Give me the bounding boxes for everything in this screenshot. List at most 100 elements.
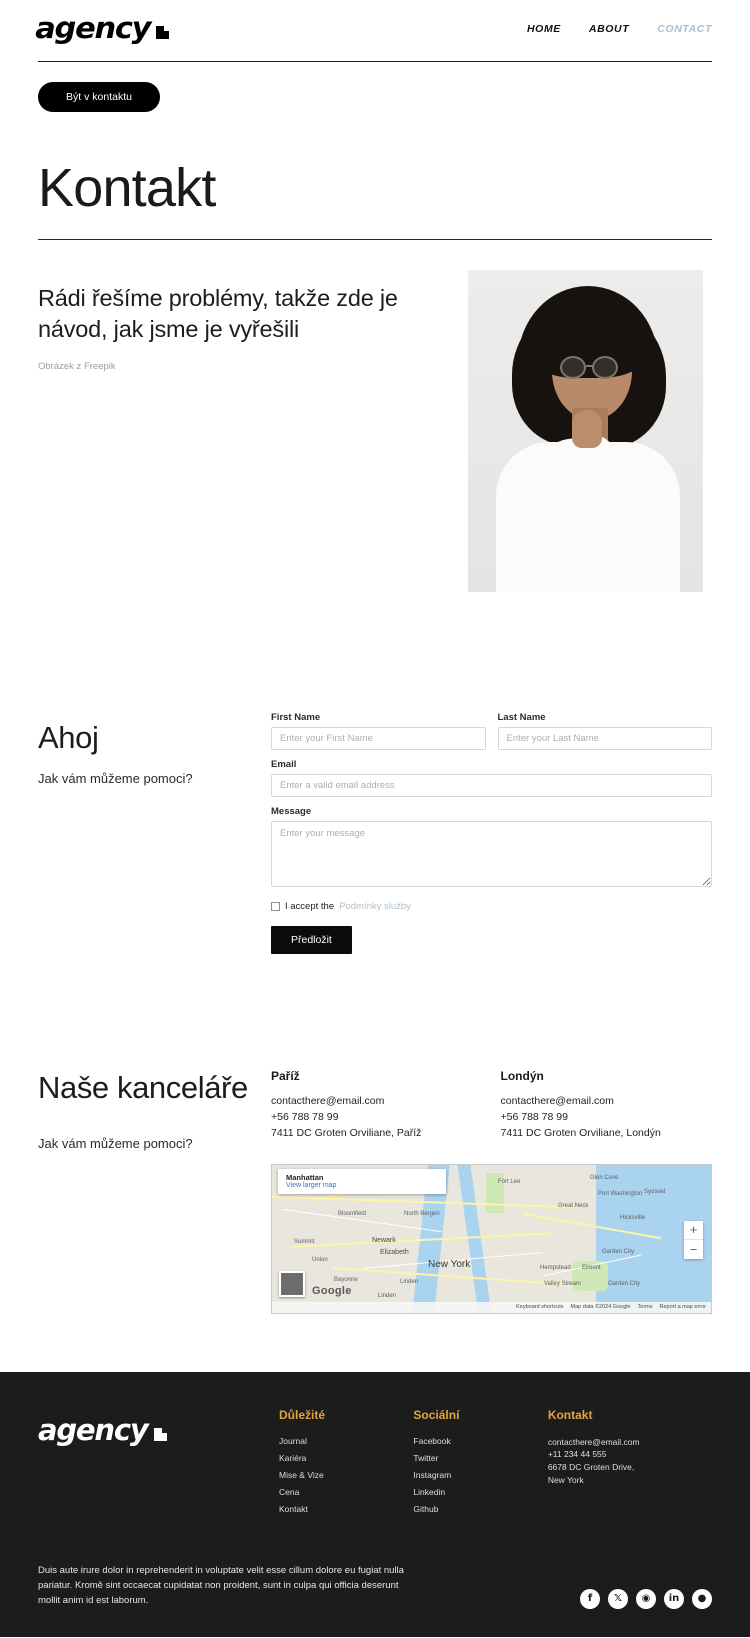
instagram-icon[interactable]: ◉ xyxy=(636,1588,656,1609)
office-email[interactable]: contacthere@email.com xyxy=(501,1094,713,1110)
intro-heading: Rádi řešíme problémy, takže zde je návod… xyxy=(38,284,398,342)
footer-bottom: Duis aute irure dolor in reprehenderit i… xyxy=(38,1563,712,1609)
nav-item-about[interactable]: ABOUT xyxy=(589,23,629,35)
email-label: Email xyxy=(271,758,297,770)
map-label: Hempstead xyxy=(540,1264,571,1271)
nav-item-home[interactable]: HOME xyxy=(527,23,561,35)
footer-link-kontakt[interactable]: Kontakt xyxy=(279,1504,397,1514)
footer-columns: agency Důležité Journal Kariéra Mise & V… xyxy=(38,1408,712,1521)
message-textarea[interactable] xyxy=(271,820,712,887)
map-label: Linden xyxy=(378,1292,397,1299)
submit-button[interactable]: Předložit xyxy=(271,925,352,954)
map-label: Port Washington xyxy=(598,1190,643,1197)
site-logo[interactable]: agency xyxy=(35,14,169,43)
form-subtitle: Jak vám můžeme pomoci? xyxy=(38,770,193,786)
portrait-glasses-left xyxy=(560,355,586,379)
x-twitter-icon[interactable]: 𝕏 xyxy=(608,1588,628,1609)
email-input[interactable] xyxy=(271,773,712,797)
footer-link-twitter[interactable]: Twitter xyxy=(413,1453,531,1463)
footer-brand: agency xyxy=(38,1408,263,1521)
street-view-thumbnail[interactable] xyxy=(279,1270,305,1297)
footer-link-github[interactable]: Github xyxy=(413,1504,531,1514)
freepik-link[interactable]: Freepik xyxy=(84,361,116,372)
footer-logo-wordmark: agency xyxy=(38,1412,149,1447)
map-road xyxy=(272,1195,572,1208)
map-label: Elmont xyxy=(582,1264,601,1271)
page-root: agency HOME ABOUT CONTACT Být v kontaktu… xyxy=(0,0,750,1637)
footer-link-instagram[interactable]: Instagram xyxy=(413,1470,531,1480)
cta-row: Být v kontaktu xyxy=(0,62,750,112)
footer-legal-text: Duis aute irure dolor in reprehenderit i… xyxy=(38,1564,404,1607)
github-icon[interactable]: ● xyxy=(692,1588,712,1609)
portrait-glasses-right xyxy=(592,355,618,379)
map-label: Syosset xyxy=(644,1188,666,1195)
google-map-embed[interactable]: Bloomfield North Bergen Elizabeth Newark… xyxy=(271,1163,712,1314)
offices-content: Paříž contacthere@email.com +56 788 78 9… xyxy=(271,1069,712,1314)
map-info-card: Manhattan View larger map xyxy=(278,1168,446,1194)
offices-title: Naše kanceláře xyxy=(38,1069,248,1105)
map-terms-link[interactable]: Terms xyxy=(638,1304,653,1310)
google-logo: Google xyxy=(312,1284,352,1297)
offices-list: Paříž contacthere@email.com +56 788 78 9… xyxy=(271,1069,712,1142)
first-name-field: First Name xyxy=(271,712,486,750)
map-label: Summit xyxy=(294,1238,315,1245)
email-field: Email xyxy=(271,759,712,797)
map-zoom-out-button[interactable]: − xyxy=(684,1240,703,1259)
logo-square-icon xyxy=(155,26,169,39)
portrait-hand-shape xyxy=(572,409,602,448)
first-name-input[interactable] xyxy=(271,726,486,750)
map-label: North Bergen xyxy=(404,1210,440,1217)
map-label-primary: New York xyxy=(428,1258,471,1270)
map-attribution-bar: Keyboard shortcuts Map data ©2024 Google… xyxy=(272,1301,711,1313)
portrait-glasses-bridge xyxy=(586,364,594,367)
message-label: Message xyxy=(271,805,312,817)
map-label: Linden xyxy=(400,1278,419,1285)
map-location-title: Manhattan xyxy=(286,1172,324,1182)
map-label: Fort Lee xyxy=(498,1178,521,1185)
accept-terms-checkbox[interactable] xyxy=(271,901,280,911)
map-zoom-in-button[interactable]: + xyxy=(684,1221,703,1240)
office-phone[interactable]: +56 788 78 99 xyxy=(271,1110,483,1126)
footer-logo[interactable]: agency xyxy=(38,1412,263,1447)
form-greeting: Ahoj xyxy=(38,719,99,755)
footer-contact-phone[interactable]: +11 234 44 555 xyxy=(548,1448,712,1461)
get-in-touch-button[interactable]: Být v kontaktu xyxy=(38,82,160,112)
footer-column-title: Kontakt xyxy=(547,1407,593,1422)
footer-link-kariera[interactable]: Kariéra xyxy=(279,1453,397,1463)
facebook-icon[interactable]: f xyxy=(580,1588,600,1609)
view-larger-map-link[interactable]: View larger map xyxy=(286,1182,438,1189)
intro-text-block: Rádi řešíme problémy, takže zde je návod… xyxy=(38,270,438,372)
map-zoom-controls: + − xyxy=(684,1220,703,1259)
footer-link-mise-vize[interactable]: Mise & Vize xyxy=(279,1470,397,1480)
report-map-error-link[interactable]: Report a map error xyxy=(660,1304,706,1310)
footer-contact-email[interactable]: contacthere@email.com xyxy=(548,1436,712,1449)
footer-link-facebook[interactable]: Facebook xyxy=(413,1436,531,1446)
page-title: Kontakt xyxy=(38,158,216,218)
first-name-label: First Name xyxy=(271,711,321,723)
image-credit: Obrázek z Freepik xyxy=(38,361,438,372)
keyboard-shortcuts-link[interactable]: Keyboard shortcuts xyxy=(516,1304,563,1310)
form-intro-block: Ahoj Jak vám můžeme pomoci? xyxy=(38,712,253,954)
map-label: Glen Cove xyxy=(590,1174,619,1181)
last-name-input[interactable] xyxy=(497,726,712,750)
office-phone[interactable]: +56 788 78 99 xyxy=(501,1110,713,1126)
last-name-label: Last Name xyxy=(497,711,546,723)
footer-link-linkedin[interactable]: Linkedin xyxy=(413,1487,531,1497)
footer-column-important: Důležité Journal Kariéra Mise & Vize Cen… xyxy=(279,1408,397,1521)
footer-column-social: Sociální Facebook Twitter Instagram Link… xyxy=(413,1408,531,1521)
message-field: Message xyxy=(271,806,712,892)
map-label: Bayonne xyxy=(334,1276,358,1283)
office-address: 7411 DC Groten Orviliane, Londýn xyxy=(500,1126,661,1139)
nav-item-contact[interactable]: CONTACT xyxy=(657,23,712,35)
terms-of-service-link[interactable]: Podmínky služby xyxy=(339,901,411,912)
linkedin-icon[interactable]: in xyxy=(664,1588,684,1609)
office-email[interactable]: contacthere@email.com xyxy=(271,1094,483,1110)
map-label: Hicksville xyxy=(620,1214,646,1221)
footer-link-journal[interactable]: Journal xyxy=(279,1436,397,1446)
main-navigation: HOME ABOUT CONTACT xyxy=(527,23,712,35)
map-label: Valley Stream xyxy=(544,1280,581,1287)
footer-link-cena[interactable]: Cena xyxy=(279,1487,397,1497)
office-address: 7411 DC Groten Orviliane, Paříž xyxy=(271,1126,422,1139)
map-label: Newark xyxy=(372,1236,396,1244)
map-label: Great Neck xyxy=(558,1202,589,1209)
